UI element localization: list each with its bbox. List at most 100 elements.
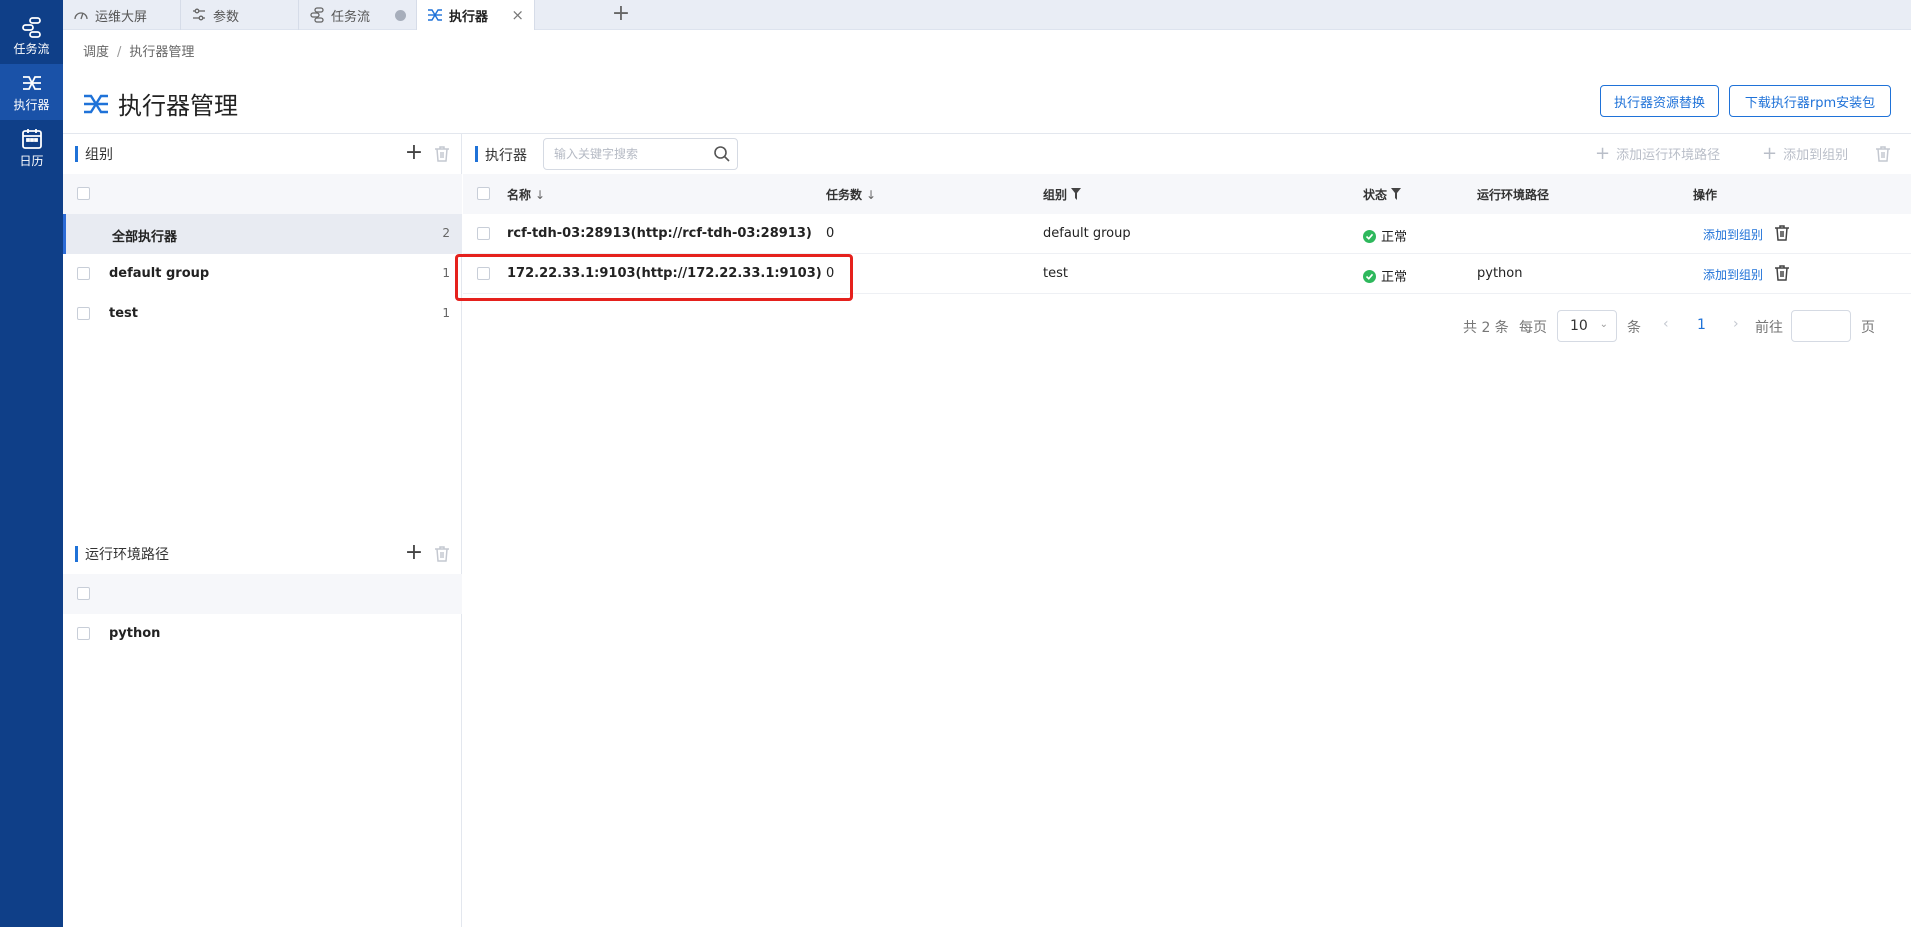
row-checkbox[interactable] <box>77 627 90 640</box>
row-checkbox[interactable] <box>477 267 490 280</box>
breadcrumb-item: 执行器管理 <box>129 45 195 60</box>
left-panel: 组别 + 全部执行器 2 default group 1 test 1 运行环境… <box>63 134 462 927</box>
column-header-tasks[interactable]: 任务数 ↓ <box>826 186 876 203</box>
status-badge: 正常 <box>1363 226 1407 245</box>
close-icon[interactable]: × <box>511 6 524 24</box>
search-icon[interactable] <box>713 145 731 163</box>
select-all-checkbox[interactable] <box>477 187 490 200</box>
task-count: 0 <box>826 266 835 281</box>
column-header-name[interactable]: 名称 ↓ <box>507 186 545 203</box>
trash-icon[interactable] <box>1772 263 1792 283</box>
unsaved-dot-icon[interactable] <box>395 10 406 21</box>
breadcrumb-item[interactable]: 调度 <box>83 45 109 60</box>
executor-group: default group <box>1043 226 1131 241</box>
tab-executor[interactable]: 执行器 × <box>417 0 535 30</box>
page-number[interactable]: 1 <box>1697 317 1706 333</box>
group-count: 1 <box>442 266 450 280</box>
groups-header-row <box>63 174 462 214</box>
add-to-group-link[interactable]: 添加到组别 <box>1703 226 1763 243</box>
tab-label: 参数 <box>213 9 240 25</box>
sort-icon[interactable]: ↓ <box>535 188 545 202</box>
filter-icon[interactable] <box>1391 188 1402 200</box>
check-circle-icon <box>1363 270 1376 283</box>
group-label: test <box>109 306 138 321</box>
status-text: 正常 <box>1381 270 1408 285</box>
plus-icon: + <box>1595 142 1611 164</box>
row-checkbox[interactable] <box>77 267 90 280</box>
tab-params[interactable]: 参数 <box>181 0 299 30</box>
column-header-group[interactable]: 组别 <box>1043 186 1082 203</box>
nav-item-executor[interactable]: 执行器 <box>0 64 63 120</box>
column-label: 任务数 <box>826 188 863 202</box>
page-suffix: 页 <box>1861 320 1875 336</box>
prev-page-icon[interactable]: ‹ <box>1663 316 1669 332</box>
groups-title: 组别 <box>85 147 113 163</box>
env-item-python[interactable]: python <box>63 614 462 654</box>
goto-page-input[interactable] <box>1791 310 1851 342</box>
page-title: 执行器管理 <box>82 86 238 121</box>
select-all-checkbox[interactable] <box>77 187 90 200</box>
add-env-path-button[interactable]: + 添加运行环境路径 <box>1595 144 1720 163</box>
nav-label: 任务流 <box>13 41 50 56</box>
unit-label: 条 <box>1627 320 1641 336</box>
page-size-value: 10 <box>1570 318 1588 334</box>
sliders-icon <box>193 8 205 21</box>
tab-label: 任务流 <box>331 9 371 25</box>
nav-item-calendar[interactable]: 日历 <box>0 120 63 176</box>
table-header: 名称 ↓ 任务数 ↓ 组别 状态 运行环境路径 操作 <box>463 174 1911 214</box>
gauge-icon <box>74 12 88 20</box>
pagination: 共 2 条 每页 10 ⌄ 条 ‹ 1 › 前往 页 <box>1463 310 1893 342</box>
executor-icon <box>22 75 41 90</box>
replace-resource-button[interactable]: 执行器资源替换 <box>1600 85 1719 117</box>
add-tab-icon[interactable]: + <box>609 3 633 27</box>
task-count: 0 <box>826 226 835 241</box>
table-row[interactable]: 172.22.33.1:9103(http://172.22.33.1:9103… <box>463 254 1911 294</box>
search-box <box>543 138 738 170</box>
env-title: 运行环境路径 <box>85 547 169 563</box>
add-env-icon[interactable]: + <box>404 542 424 564</box>
filter-icon[interactable] <box>1071 188 1082 200</box>
row-checkbox[interactable] <box>77 307 90 320</box>
search-input[interactable] <box>554 145 704 163</box>
add-to-group-button[interactable]: + 添加到组别 <box>1762 144 1848 163</box>
nav-item-workflow[interactable]: 任务流 <box>0 8 63 64</box>
tab-workflow[interactable]: 任务流 <box>299 0 417 30</box>
page-size-select[interactable]: 10 ⌄ <box>1557 310 1617 342</box>
group-count: 2 <box>442 226 450 240</box>
status-badge: 正常 <box>1363 266 1407 285</box>
column-header-status[interactable]: 状态 <box>1363 186 1402 203</box>
left-nav: 任务流 执行器 日历 <box>0 0 63 927</box>
executors-title: 执行器 <box>485 148 527 164</box>
download-rpm-button[interactable]: 下载执行器rpm安装包 <box>1729 85 1891 117</box>
trash-icon[interactable] <box>1772 223 1792 243</box>
tab-label: 执行器 <box>449 9 489 25</box>
executors-panel-header: 执行器 + 添加运行环境路径 + 添加到组别 <box>463 134 1911 174</box>
table-row[interactable]: rcf-tdh-03:28913(http://rcf-tdh-03:28913… <box>463 214 1911 254</box>
add-group-icon[interactable]: + <box>404 142 424 164</box>
groups-panel-header: 组别 + <box>63 134 462 174</box>
column-label: 状态 <box>1363 188 1388 202</box>
group-item-all[interactable]: 全部执行器 2 <box>63 214 462 254</box>
calendar-icon <box>21 128 42 149</box>
group-label: default group <box>109 266 210 281</box>
button-label: 添加运行环境路径 <box>1616 148 1721 163</box>
tab-ops-dashboard[interactable]: 运维大屏 <box>63 0 181 30</box>
check-circle-icon <box>1363 230 1376 243</box>
next-page-icon[interactable]: › <box>1733 316 1739 332</box>
select-all-checkbox[interactable] <box>77 587 90 600</box>
trash-icon[interactable] <box>1873 144 1893 164</box>
workflow-icon <box>310 7 324 23</box>
group-item-default[interactable]: default group 1 <box>63 254 462 294</box>
row-checkbox[interactable] <box>477 227 490 240</box>
group-item-test[interactable]: test 1 <box>63 294 462 334</box>
sort-icon[interactable]: ↓ <box>866 188 876 202</box>
trash-icon[interactable] <box>432 544 452 564</box>
group-count: 1 <box>442 306 450 320</box>
executor-icon <box>84 94 108 113</box>
trash-icon[interactable] <box>432 144 452 164</box>
goto-label: 前往 <box>1755 320 1783 336</box>
env-label: python <box>109 626 161 641</box>
plus-icon: + <box>1762 142 1778 164</box>
env-path: python <box>1477 266 1523 281</box>
add-to-group-link[interactable]: 添加到组别 <box>1703 266 1763 283</box>
